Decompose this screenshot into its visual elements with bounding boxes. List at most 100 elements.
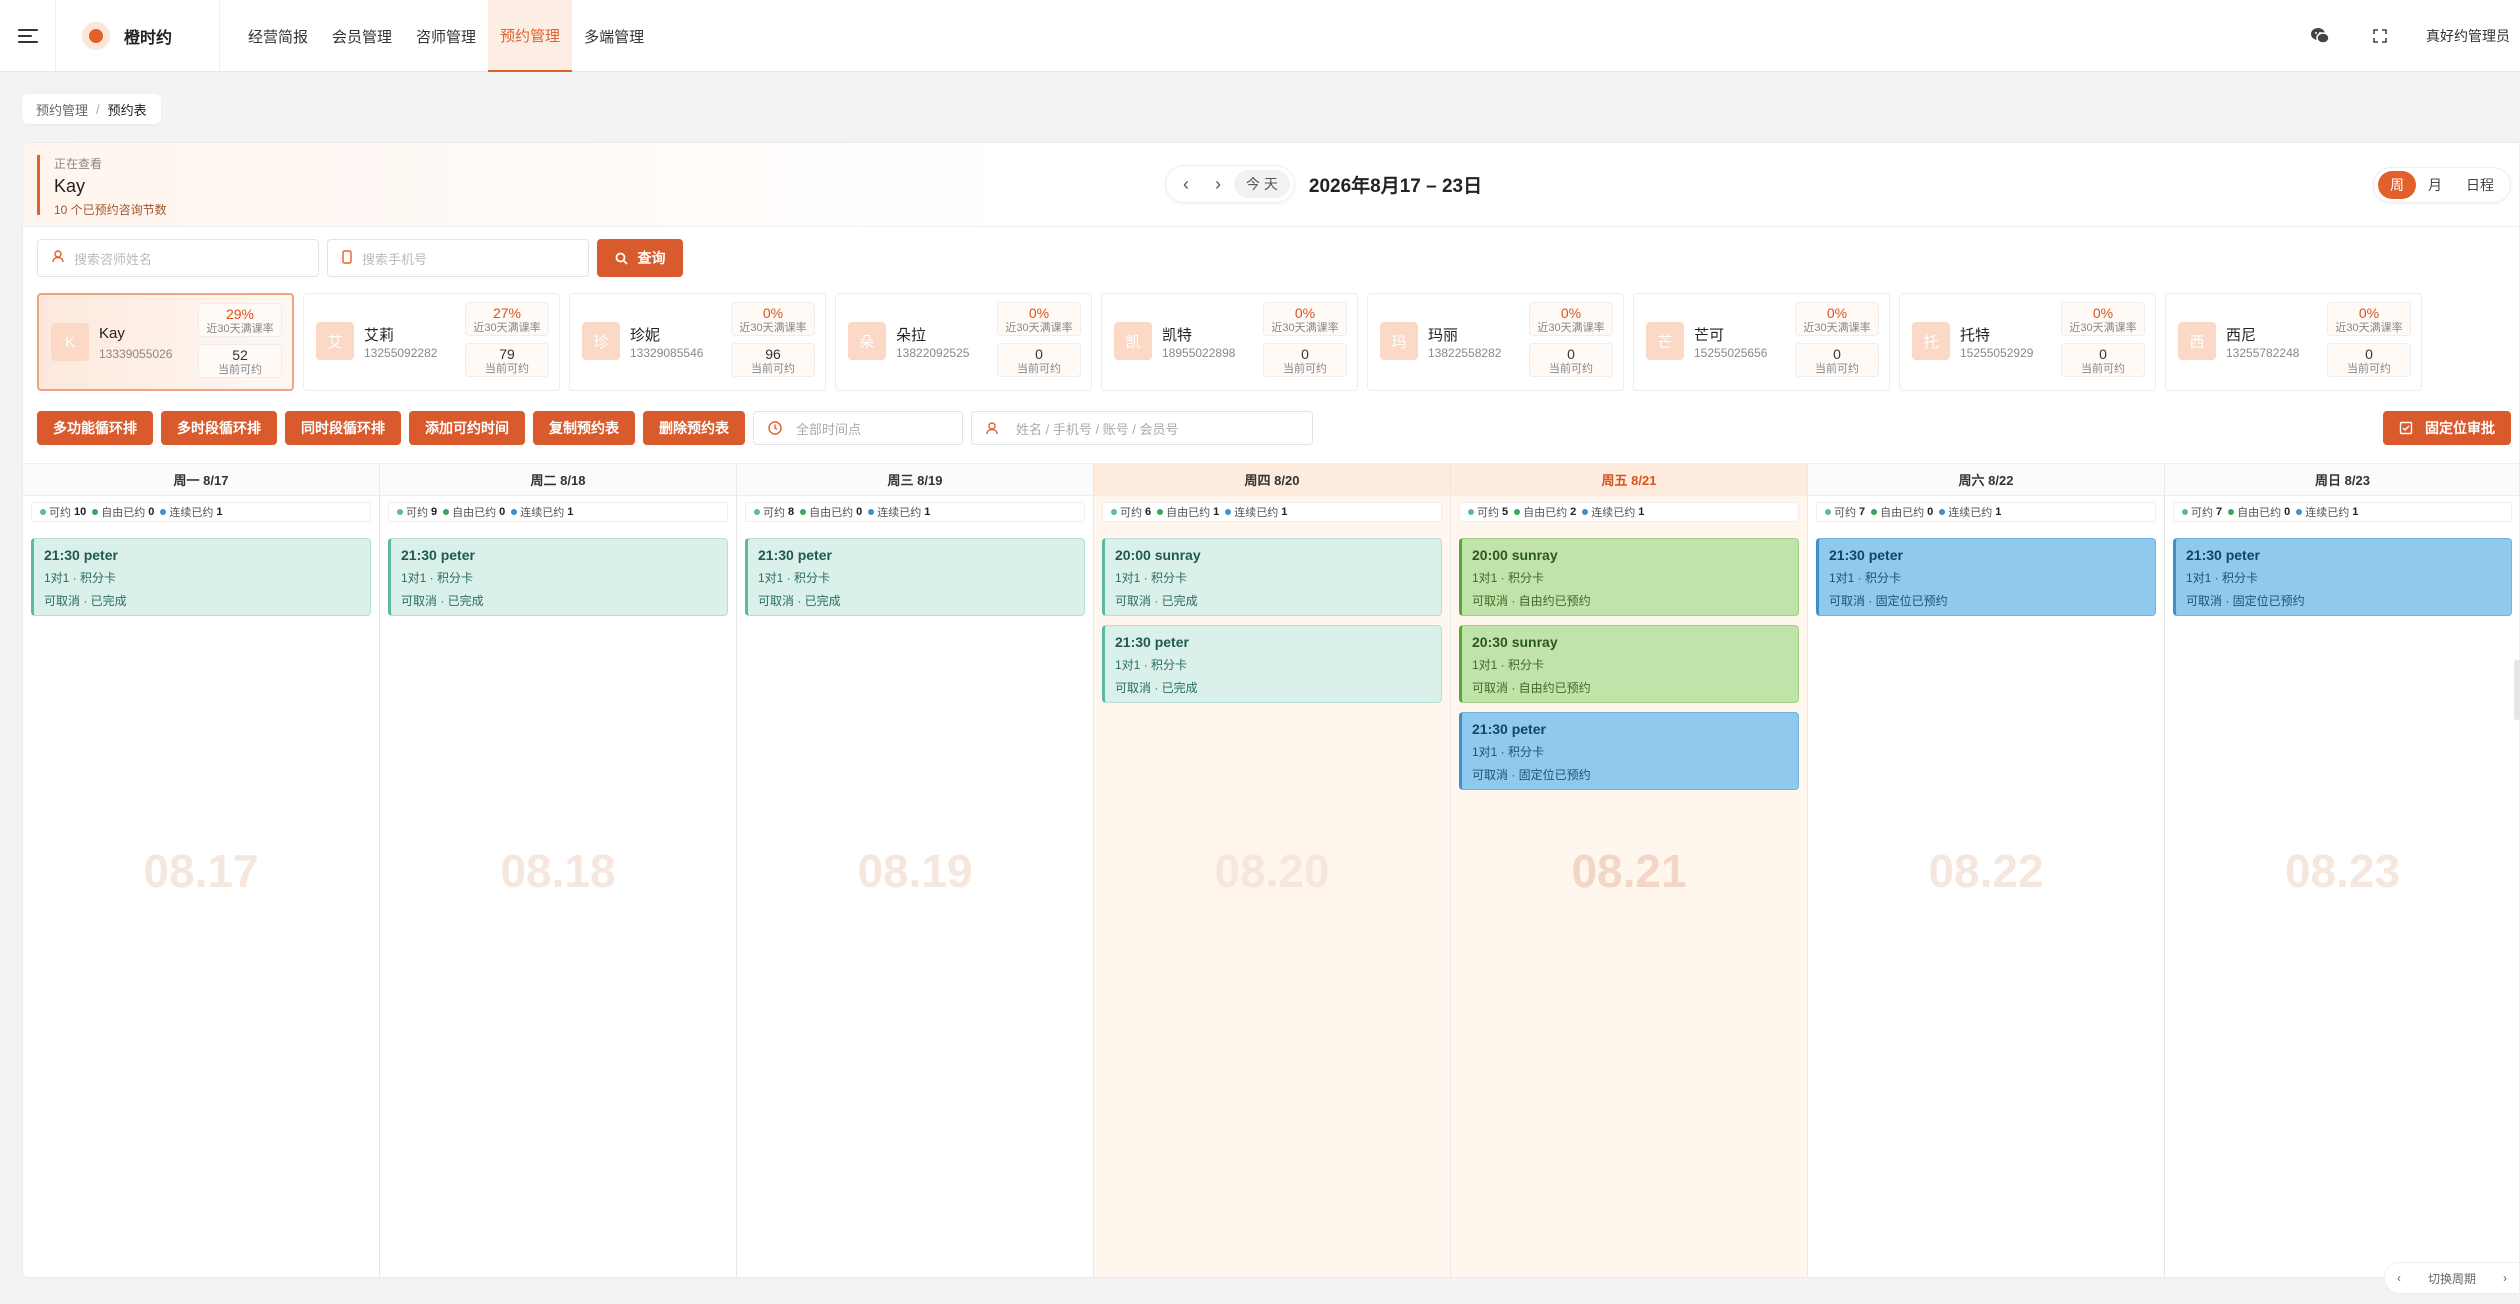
- consultant-name: Kay: [99, 325, 125, 342]
- fill-rate-value: 0%: [2092, 305, 2114, 321]
- wechat-icon[interactable]: [2290, 0, 2350, 72]
- prev-week-button[interactable]: ‹: [1170, 174, 1202, 195]
- same-slot-loop-button[interactable]: 同时段循环排: [285, 411, 401, 445]
- consultant-card[interactable]: 托 托特 15255052929 0% 近30天满课率 0 当前可约: [1899, 293, 2156, 391]
- consultant-phone: 13822092525: [896, 346, 970, 360]
- chevron-left-icon[interactable]: ‹: [2397, 1271, 2401, 1285]
- fill-rate-value: 0%: [1560, 305, 1582, 321]
- booking-event[interactable]: 21:30 peter 1对1 · 积分卡 可取消 · 固定位已预约: [1816, 538, 2156, 616]
- booking-event[interactable]: 20:00 sunray 1对1 · 积分卡 可取消 · 自由约已预约: [1459, 538, 1799, 616]
- fill-rate-box: 0% 近30天满课率: [1529, 302, 1613, 336]
- consultant-avatar: 托: [1912, 322, 1950, 360]
- delete-schedule-button[interactable]: 删除预约表: [643, 411, 745, 445]
- booking-event[interactable]: 21:30 peter 1对1 · 积分卡 可取消 · 已完成: [388, 538, 728, 616]
- member-search-input[interactable]: 姓名 / 手机号 / 账号 / 会员号: [971, 411, 1313, 445]
- date-navigator: ‹ › 今 天 2026年8月17 – 23日: [1165, 165, 1482, 203]
- add-available-time-button[interactable]: 添加可约时间: [409, 411, 525, 445]
- event-time-client: 21:30 peter: [758, 547, 832, 563]
- query-button[interactable]: 查询: [597, 239, 683, 277]
- view-month-tab[interactable]: 月: [2416, 171, 2454, 199]
- booking-event[interactable]: 21:30 peter 1对1 · 积分卡 可取消 · 已完成: [1102, 625, 1442, 703]
- top-navigation-bar: 橙时约 经营简报 会员管理 咨师管理 预约管理 多端管理 真好约管理员: [0, 0, 2520, 72]
- time-point-select[interactable]: 全部时间点: [753, 411, 963, 445]
- booking-event[interactable]: 21:30 peter 1对1 · 积分卡 可取消 · 已完成: [31, 538, 371, 616]
- fill-rate-label: 近30天满课率: [1271, 322, 1339, 334]
- day-header: 周日 8/23: [2165, 464, 2519, 496]
- event-type: 1对1 · 积分卡: [1472, 745, 1545, 759]
- multi-slot-loop-button[interactable]: 多时段循环排: [161, 411, 277, 445]
- consultant-card[interactable]: K Kay 13339055026 29% 近30天满课率 52 当前可约: [37, 293, 294, 391]
- multi-function-loop-button[interactable]: 多功能循环排: [37, 411, 153, 445]
- date-watermark: 08.17: [143, 845, 259, 897]
- avail-label: 可约: [2191, 507, 2213, 519]
- event-status: 可取消 · 已完成: [1115, 681, 1198, 695]
- available-label: 当前可约: [751, 363, 795, 375]
- today-button[interactable]: 今 天: [1234, 170, 1290, 198]
- consultant-card[interactable]: 珍 珍妮 13329085546 0% 近30天满课率 96 当前可约: [569, 293, 826, 391]
- copy-schedule-button[interactable]: 复制预约表: [533, 411, 635, 445]
- view-switcher: 周 月 日程: [2373, 167, 2511, 203]
- side-drawer-handle[interactable]: [2514, 660, 2520, 720]
- available-label: 当前可约: [485, 363, 529, 375]
- day-column-tue: 周二 8/18 可约 9 自由已约 0 连续已约 1 21:30 peter 1对1 …: [380, 464, 737, 1277]
- free-label: 自由已约: [452, 507, 497, 519]
- available-box: 0 当前可约: [2327, 343, 2411, 377]
- chevron-right-icon[interactable]: ›: [2503, 1271, 2507, 1285]
- booking-event[interactable]: 21:30 peter 1对1 · 积分卡 可取消 · 固定位已预约: [1459, 712, 1799, 790]
- booking-event[interactable]: 20:30 sunray 1对1 · 积分卡 可取消 · 自由约已预约: [1459, 625, 1799, 703]
- phone-search-input[interactable]: 搜索手机号: [327, 239, 589, 277]
- free-dot-icon: [1514, 509, 1521, 515]
- cont-label: 连续已约: [520, 507, 565, 519]
- event-status: 可取消 · 已完成: [44, 594, 127, 608]
- fill-rate-value: 0%: [762, 305, 784, 321]
- cont-dot-icon: [1939, 509, 1946, 515]
- fixed-slot-approval-button[interactable]: 固定位审批: [2383, 411, 2511, 445]
- consultant-card[interactable]: 玛 玛丽 13822558282 0% 近30天满课率 0 当前可约: [1367, 293, 1624, 391]
- fill-rate-value: 27%: [492, 305, 522, 321]
- consultant-card[interactable]: 朵 朵拉 13822092525 0% 近30天满课率 0 当前可约: [835, 293, 1092, 391]
- nav-business-report[interactable]: 经营简报: [236, 0, 320, 72]
- consultant-card[interactable]: 芒 芒可 15255025656 0% 近30天满课率 0 当前可约: [1633, 293, 1890, 391]
- consultant-avatar: 凯: [1114, 322, 1152, 360]
- view-agenda-tab[interactable]: 日程: [2454, 171, 2506, 199]
- week-switch-control[interactable]: ‹ 切换周期 ›: [2384, 1262, 2520, 1294]
- nav-consultant-management[interactable]: 咨师管理: [404, 0, 488, 72]
- app-logo[interactable]: 橙时约: [56, 0, 220, 72]
- day-stats: 可约 8 自由已约 0 连续已约 1: [745, 502, 1085, 522]
- nav-member-management[interactable]: 会员管理: [320, 0, 404, 72]
- fill-rate-box: 27% 近30天满课率: [465, 302, 549, 336]
- fill-rate-label: 近30天满课率: [206, 323, 274, 335]
- fullscreen-icon[interactable]: [2350, 0, 2410, 72]
- person-icon: [986, 421, 998, 434]
- search-icon: [615, 252, 628, 265]
- consultant-phone: 13329085546: [630, 346, 704, 360]
- consultant-card[interactable]: 凯 凯特 18955022898 0% 近30天满课率 0 当前可约: [1101, 293, 1358, 391]
- breadcrumb-parent[interactable]: 预约管理: [36, 100, 88, 119]
- consultant-card[interactable]: 艾 艾莉 13255092282 27% 近30天满课率 79 当前可约: [303, 293, 560, 391]
- nav-booking-management[interactable]: 预约管理: [488, 0, 573, 72]
- booking-event[interactable]: 20:00 sunray 1对1 · 积分卡 可取消 · 已完成: [1102, 538, 1442, 616]
- booking-event[interactable]: 21:30 peter 1对1 · 积分卡 可取消 · 已完成: [745, 538, 1085, 616]
- breadcrumb-current: 预约表: [107, 102, 147, 118]
- booking-event[interactable]: 21:30 peter 1对1 · 积分卡 可取消 · 固定位已预约: [2173, 538, 2512, 616]
- free-count: 0: [1927, 506, 1934, 518]
- phone-placeholder: 搜索手机号: [362, 251, 428, 267]
- event-status: 可取消 · 已完成: [401, 594, 484, 608]
- view-week-tab[interactable]: 周: [2378, 171, 2416, 199]
- consultant-card[interactable]: 西 西尼 13255782248 0% 近30天满课率 0 当前可约: [2165, 293, 2422, 391]
- cont-count: 1: [216, 506, 223, 518]
- consultant-name: 芒可: [1694, 327, 1725, 344]
- event-time-client: 21:30 peter: [2186, 547, 2260, 563]
- available-value: 52: [232, 347, 248, 363]
- day-column-wed: 周三 8/19 可约 8 自由已约 0 连续已约 1 21:30 peter 1对1 …: [737, 464, 1094, 1277]
- user-menu[interactable]: 真好约管理员: [2410, 26, 2520, 46]
- cont-count: 1: [2352, 506, 2359, 518]
- event-type: 1对1 · 积分卡: [401, 571, 474, 585]
- fill-rate-box: 0% 近30天满课率: [997, 302, 1081, 336]
- fill-rate-box: 29% 近30天满课率: [198, 303, 282, 337]
- nav-multi-terminal-management[interactable]: 多端管理: [572, 0, 656, 72]
- menu-toggle-button[interactable]: [0, 0, 56, 72]
- available-box: 0 当前可约: [997, 343, 1081, 377]
- next-week-button[interactable]: ›: [1202, 174, 1234, 195]
- consultant-name-search-input[interactable]: 搜索咨师姓名: [37, 239, 319, 277]
